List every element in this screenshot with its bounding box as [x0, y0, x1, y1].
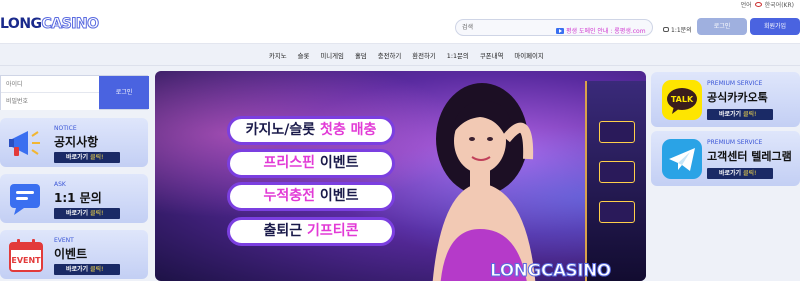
nav-item-casino[interactable]: 카지노: [269, 51, 287, 60]
promo-first-deposit: 카지노/슬롯 첫충 매충: [227, 116, 395, 145]
telegram-card-title: 고객센터 텔레그램: [707, 150, 792, 163]
kakaotalk-card-eng: PREMIUM SERVICE: [707, 80, 763, 87]
telegram-icon: [662, 139, 702, 179]
notice-card-go-button[interactable]: 바로가기 클릭!: [54, 152, 120, 163]
header-join-button[interactable]: 회원가입: [750, 18, 800, 35]
notice-card-title: 공지사항: [54, 135, 99, 149]
header-qna-link[interactable]: 1:1문의: [663, 25, 692, 34]
promo-commute-gifticon: 출퇴근 기프티콘: [227, 217, 395, 246]
nav-item-withdraw[interactable]: 환전하기: [412, 51, 436, 60]
banner-glow: [155, 71, 646, 281]
nav-item-deposit[interactable]: 충전하기: [378, 51, 402, 60]
kakaotalk-card[interactable]: TALK PREMIUM SERVICE 공식카카오톡 바로가기 클릭!: [651, 72, 800, 127]
hostess-figure-illustration: [432, 83, 536, 281]
korea-flag-icon: [754, 2, 762, 7]
notice-card-eng: NOTICE: [54, 125, 77, 132]
event-card[interactable]: EVENT EVENT 이벤트 바로가기 클릭!: [0, 230, 148, 279]
nav-item-slot[interactable]: 슬롯: [298, 51, 310, 60]
svg-text:TALK: TALK: [671, 95, 694, 104]
password-input[interactable]: [1, 93, 99, 110]
notice-card[interactable]: NOTICE 공지사항 바로가기 클릭!: [0, 118, 148, 167]
login-form: 로그인: [0, 75, 149, 110]
svg-text:EVENT: EVENT: [11, 256, 41, 265]
header-qna-label: 1:1문의: [671, 27, 692, 34]
ask-card-title: 1:1 문의: [54, 191, 102, 205]
event-card-eng: EVENT: [54, 237, 74, 244]
promo-cumulative-deposit: 누적충전 이벤트: [227, 182, 395, 211]
ask-card-eng: ASK: [54, 181, 66, 188]
domain-notice-link[interactable]: 평생 도메인 안내 : 롱평생.com: [556, 26, 646, 35]
main-nav: 카지노 슬롯 미니게임 홀덤 충전하기 환전하기 1:1문의 쿠폰내역 마이페이…: [0, 44, 800, 66]
chat-icon: [10, 184, 40, 215]
main-banner[interactable]: 카지노/슬롯 첫충 매충 프리스핀 이벤트 누적충전 이벤트 출퇴근 기프티콘 …: [155, 71, 646, 281]
telegram-card[interactable]: PREMIUM SERVICE 고객센터 텔레그램 바로가기 클릭!: [651, 131, 800, 186]
play-icon: [556, 27, 564, 34]
nav-item-qna[interactable]: 1:1문의: [447, 51, 469, 60]
nav-item-minigame[interactable]: 미니게임: [320, 51, 344, 60]
language-label: 언어: [740, 2, 752, 9]
event-card-go-button[interactable]: 바로가기 클릭!: [54, 264, 120, 275]
megaphone-icon: [9, 131, 40, 156]
ask-card[interactable]: ASK 1:1 문의 바로가기 클릭!: [0, 174, 148, 223]
language-selector[interactable]: 언어 한국어(KR): [741, 0, 794, 9]
banner-logo: LONGCASINO: [490, 261, 612, 281]
site-header: LONGCASINO 검색 평생 도메인 안내 : 롱평생.com 1:1문의 …: [0, 10, 800, 44]
kakaotalk-card-go-button[interactable]: 바로가기 클릭!: [707, 109, 773, 120]
event-card-title: 이벤트: [54, 247, 88, 261]
id-input[interactable]: [1, 76, 99, 93]
top-utility-bar: 언어 한국어(KR): [0, 0, 800, 10]
ask-card-go-button[interactable]: 바로가기 클릭!: [54, 208, 120, 219]
nav-item-mypage[interactable]: 마이페이지: [514, 51, 543, 60]
site-logo[interactable]: LONGCASINO: [0, 16, 100, 33]
nav-item-coupons[interactable]: 쿠폰내역: [480, 51, 504, 60]
promo-free-spin: 프리스핀 이벤트: [227, 149, 395, 178]
language-value: 한국어(KR): [764, 2, 794, 9]
domain-notice-text: 평생 도메인 안내 : 롱평생.com: [566, 28, 646, 35]
telegram-card-eng: PREMIUM SERVICE: [707, 139, 763, 146]
slot-machine-illustration: [585, 81, 646, 281]
kakaotalk-card-title: 공식카카오톡: [707, 91, 768, 104]
logo-text-long: LONG: [0, 16, 42, 32]
logo-text-casino: CASINO: [41, 16, 100, 33]
login-submit-button[interactable]: 로그인: [99, 76, 149, 109]
kakaotalk-icon: TALK: [662, 80, 702, 120]
telegram-card-go-button[interactable]: 바로가기 클릭!: [707, 168, 773, 179]
header-login-button[interactable]: 로그인: [697, 18, 747, 35]
event-calendar-icon: EVENT: [9, 239, 43, 272]
nav-item-holdem[interactable]: 홀덤: [355, 51, 367, 60]
chat-bubble-icon: [663, 27, 669, 32]
